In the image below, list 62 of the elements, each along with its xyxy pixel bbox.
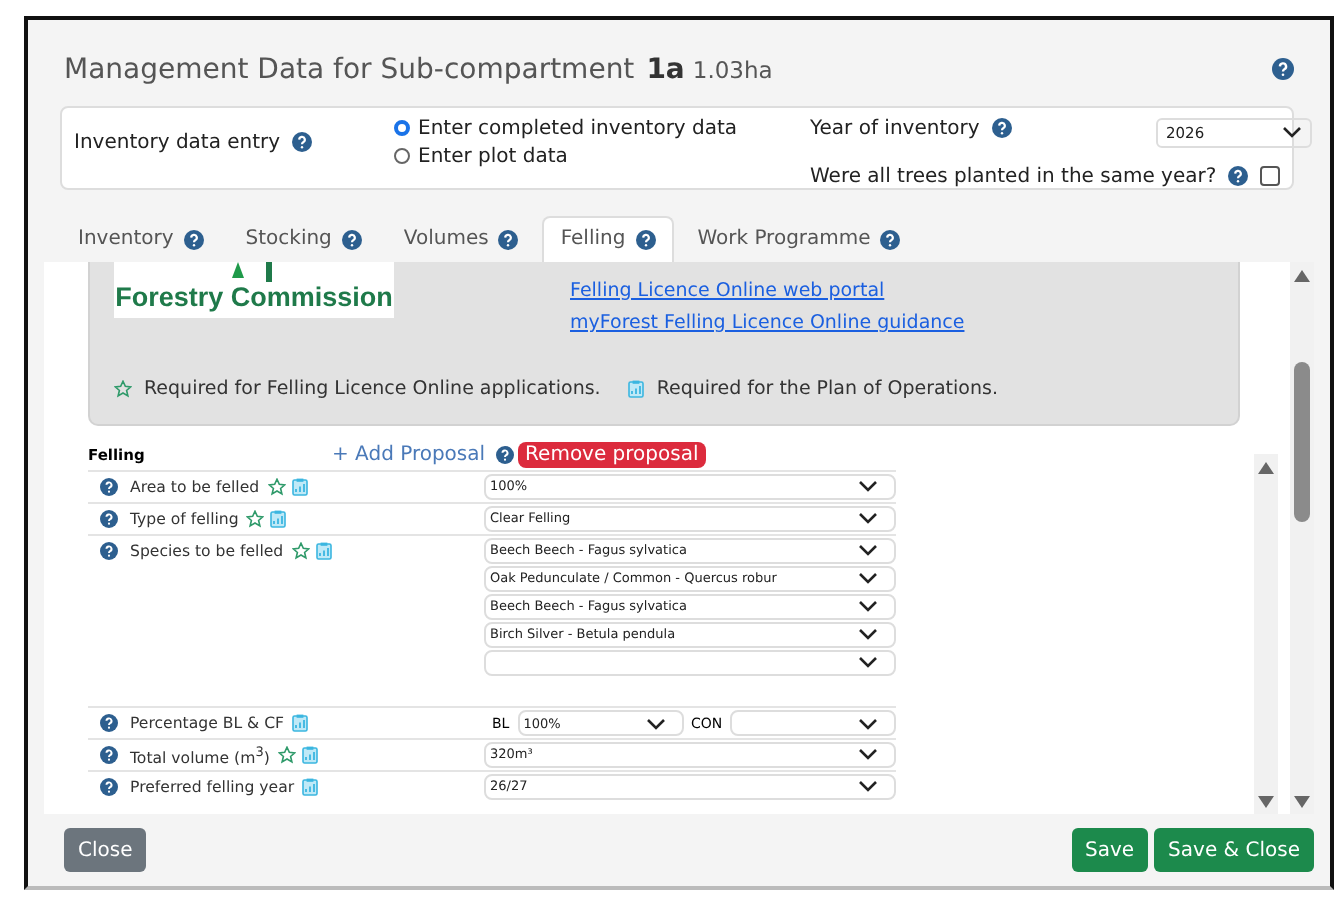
clipboard-icon [301, 746, 318, 765]
scroll-down-icon[interactable] [1258, 795, 1274, 808]
logo: Forestry Commission [114, 261, 394, 318]
help-icon[interactable] [100, 542, 118, 561]
radio-label[interactable]: Enter completed inventory data [418, 117, 738, 140]
clipboard-icon [628, 379, 645, 398]
help-icon[interactable] [341, 229, 362, 250]
tab[interactable]: Work Programme [679, 215, 919, 262]
legend-text: Required for Felling Licence Online applications. [144, 377, 601, 400]
help-icon[interactable] [991, 118, 1012, 139]
help-icon[interactable] [100, 714, 118, 733]
link[interactable]: Felling Licence Online web portal [570, 279, 965, 302]
select-field[interactable] [484, 649, 896, 676]
help-icon[interactable] [100, 478, 118, 497]
clipboard-icon [302, 778, 319, 797]
scroll-up-icon[interactable] [1258, 461, 1274, 474]
save-button[interactable]: Save [1071, 828, 1149, 873]
clipboard-icon [315, 542, 332, 561]
tab[interactable]: Felling [542, 215, 674, 262]
field-label: Were all trees planted in the same year? [810, 165, 1217, 188]
save-and-close-button[interactable]: Save & Close [1154, 828, 1314, 873]
radio-label[interactable]: Enter plot data [418, 145, 568, 168]
star-icon [277, 746, 296, 765]
add-proposal-link[interactable]: + Add Proposal [332, 444, 486, 467]
radio-button[interactable] [394, 120, 410, 137]
scroll-down-icon[interactable] [1294, 795, 1310, 808]
chevron-down-icon [645, 717, 666, 730]
help-icon[interactable] [1272, 58, 1294, 81]
star-icon [114, 379, 132, 398]
help-icon[interactable] [880, 229, 901, 250]
checkbox[interactable] [1260, 166, 1281, 187]
help-icon[interactable] [100, 510, 118, 529]
legend-text: Required for the Plan of Operations. [656, 377, 998, 400]
star-icon [291, 542, 310, 561]
help-icon[interactable] [635, 229, 656, 250]
link[interactable]: myForest Felling Licence Online guidance [570, 311, 965, 334]
clipboard-icon [291, 478, 308, 497]
clipboard-icon [270, 510, 287, 529]
star-icon [246, 510, 265, 529]
tab[interactable]: Stocking [227, 215, 380, 262]
radio-button[interactable] [394, 148, 410, 165]
close-button[interactable]: Close [64, 828, 147, 873]
chevron-down-icon [1282, 126, 1302, 139]
tab[interactable]: Volumes [385, 215, 537, 262]
dialog-title: Management Data for Sub-compartment 1a 1.03ha [64, 53, 775, 86]
help-icon[interactable] [498, 229, 519, 250]
field-label: Inventory data entry [74, 131, 281, 154]
help-icon[interactable] [183, 229, 204, 250]
scrollbar[interactable] [1254, 453, 1278, 815]
help-icon[interactable] [100, 778, 118, 797]
help-icon[interactable] [292, 132, 313, 153]
scrollbar-thumb[interactable] [1294, 361, 1310, 522]
help-icon[interactable] [495, 446, 514, 465]
clipboard-icon [292, 714, 308, 733]
help-icon[interactable] [1228, 166, 1249, 187]
help-icon[interactable] [100, 746, 118, 765]
select-field[interactable] [730, 710, 896, 737]
field-label: Year of inventory [810, 117, 980, 140]
remove-proposal-button[interactable]: Remove proposal [517, 442, 707, 469]
star-icon [267, 478, 286, 497]
scroll-up-icon[interactable] [1294, 269, 1310, 282]
tab[interactable]: Inventory [60, 215, 222, 262]
